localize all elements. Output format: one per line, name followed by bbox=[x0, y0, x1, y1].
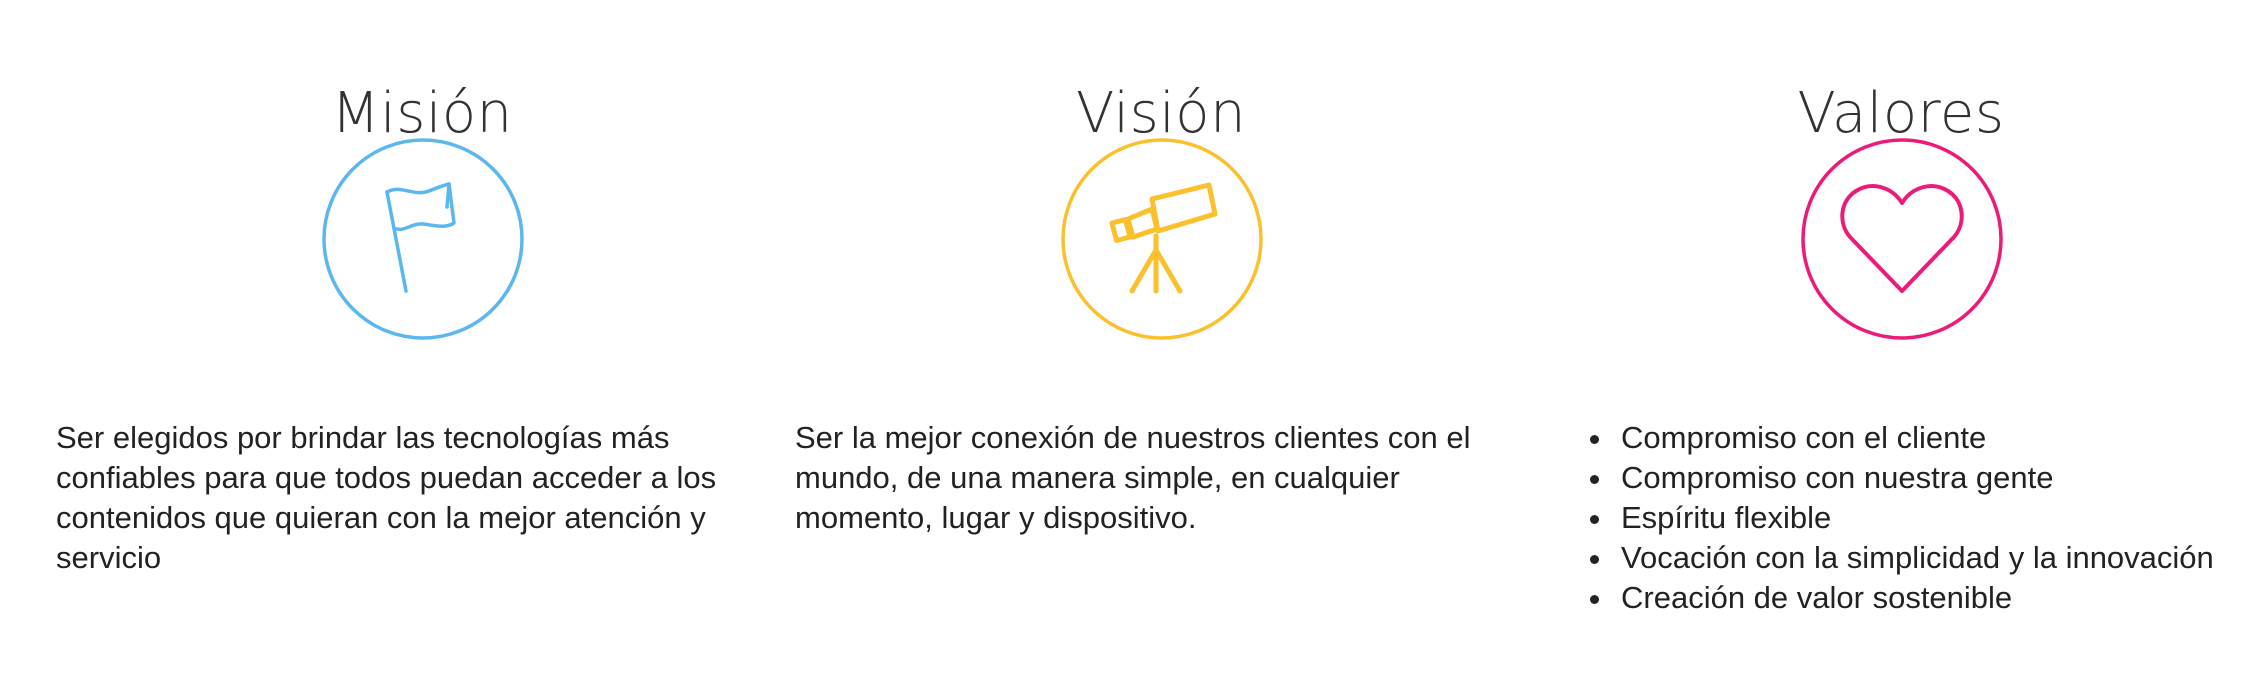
vision-text: Ser la mejor conexión de nuestros client… bbox=[795, 420, 1471, 535]
vision-column: Visión Ser la mejor conexión de nuestros… bbox=[791, 0, 1531, 682]
flag-icon bbox=[321, 137, 525, 341]
list-item: Creación de valor sostenible bbox=[1615, 578, 2248, 618]
mision-column: Misión Ser elegidos por brindar las tecn… bbox=[52, 0, 792, 682]
list-item: Vocación con la simplicidad y la innovac… bbox=[1615, 538, 2248, 578]
heart-icon bbox=[1800, 137, 2004, 341]
valores-column: Valores Compromiso con el cliente Compro… bbox=[1531, 0, 2248, 682]
mision-text: Ser elegidos por brindar las tecnologías… bbox=[56, 420, 717, 575]
list-item: Espíritu flexible bbox=[1615, 498, 2248, 538]
values-list: Compromiso con el cliente Compromiso con… bbox=[1585, 418, 2248, 618]
list-item: Compromiso con nuestra gente bbox=[1615, 458, 2248, 498]
list-item: Compromiso con el cliente bbox=[1615, 418, 2248, 458]
telescope-icon bbox=[1060, 137, 1264, 341]
